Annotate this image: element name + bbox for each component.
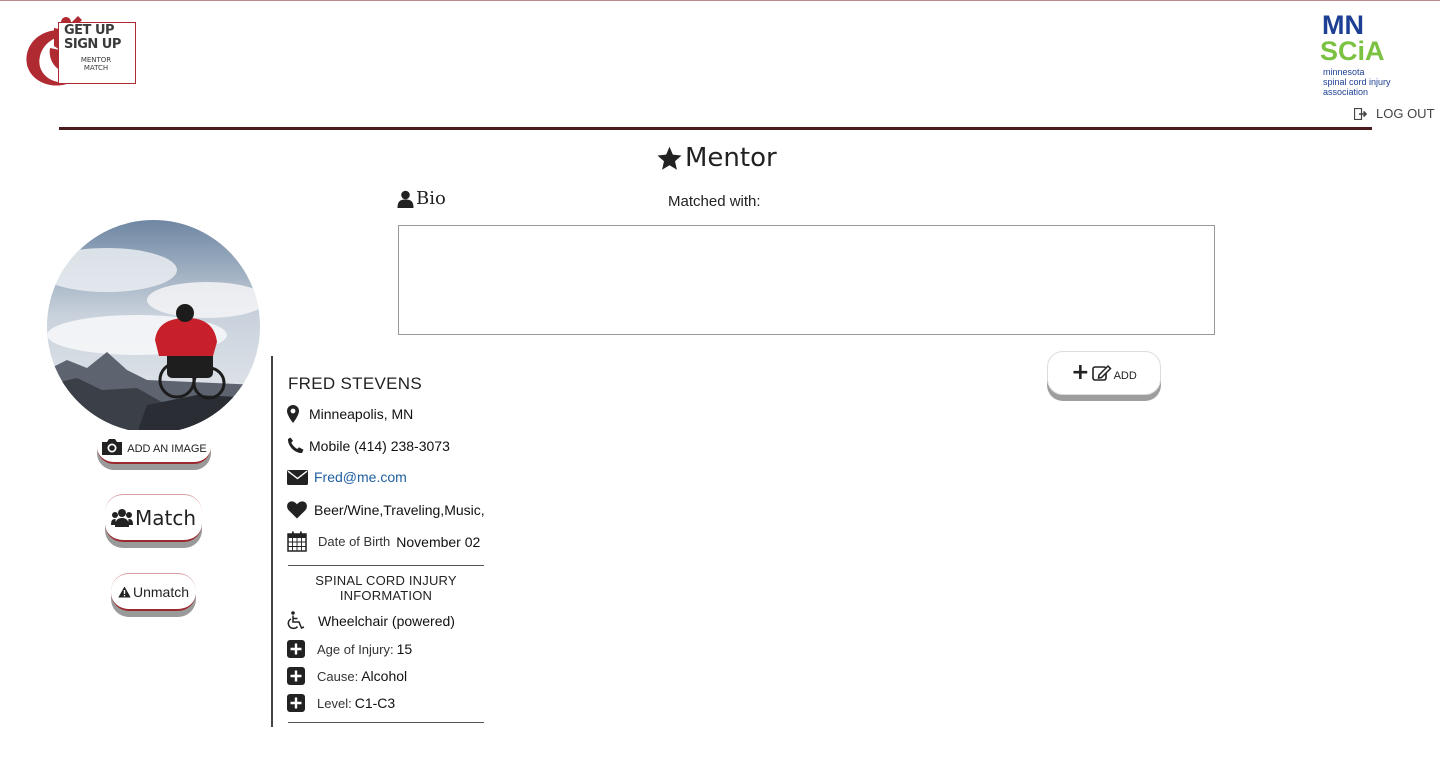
- match-button[interactable]: Match: [105, 494, 202, 542]
- email-link[interactable]: Fred@me.com: [314, 469, 407, 485]
- age-of-injury-label: Age of Injury:: [317, 641, 394, 657]
- calendar-icon: [287, 531, 307, 552]
- add-image-label: ADD AN IMAGE: [127, 443, 207, 455]
- dob-value: November 02: [396, 533, 481, 550]
- email-row: Fred@me.com: [287, 469, 407, 485]
- cause-row: Cause: Alcohol: [287, 667, 407, 685]
- plus-square-icon: [287, 694, 305, 712]
- location-text: Minneapolis, MN: [309, 406, 414, 422]
- bio-textarea[interactable]: [398, 225, 1215, 335]
- edit-icon: [1091, 364, 1112, 381]
- envelope-icon: [287, 469, 308, 485]
- logout-link[interactable]: LOG OUT: [1354, 106, 1435, 121]
- logo-association-name: minnesota spinal cord injury association: [1323, 67, 1391, 97]
- star-icon: [657, 146, 682, 170]
- camera-icon: [102, 438, 123, 455]
- mobility-row: Wheelchair (powered): [287, 611, 455, 631]
- profile-photo: [47, 220, 260, 433]
- role-heading-label: Mentor: [685, 143, 777, 173]
- mobility-text: Wheelchair (powered): [318, 613, 455, 629]
- add-button-label: ADD: [1113, 370, 1137, 382]
- injury-section-title: SPINAL CORD INJURY INFORMATION: [315, 573, 457, 603]
- avatar: [47, 220, 260, 433]
- section-divider-top: [288, 565, 484, 566]
- interests-row: Beer/Wine,Traveling,Music,: [287, 501, 485, 519]
- plus-square-icon: [287, 667, 305, 685]
- logout-label: LOG OUT: [1376, 106, 1435, 121]
- wheelchair-icon: [287, 611, 305, 630]
- age-of-injury-value: 15: [396, 641, 413, 657]
- cause-label: Cause:: [317, 668, 359, 684]
- dob-label: Date of Birth: [318, 534, 391, 549]
- unmatch-label: Unmatch: [132, 583, 190, 600]
- heart-icon: [287, 501, 307, 519]
- plus-icon: +: [1071, 360, 1090, 385]
- section-divider-bottom: [288, 722, 484, 723]
- users-icon: [110, 508, 133, 527]
- matched-with-label: Matched with:: [668, 193, 761, 210]
- dob-row: Date of Birth November 02: [287, 531, 480, 552]
- location-row: Minneapolis, MN: [287, 405, 413, 423]
- bio-heading-label: Bio: [416, 188, 446, 209]
- logo-title: GET UP SIGN UP: [64, 23, 121, 52]
- header-divider: [59, 127, 1372, 130]
- bio-heading: Bio: [397, 188, 446, 209]
- profile-name: FRED STEVENS: [288, 374, 422, 393]
- level-label: Level:: [317, 695, 352, 711]
- cause-value: Alcohol: [361, 668, 408, 684]
- logo-scia: SCiA: [1320, 36, 1385, 66]
- map-marker-icon: [287, 405, 299, 423]
- level-row: Level: C1-C3: [287, 694, 395, 712]
- logo-mn: MN: [1322, 10, 1364, 40]
- warning-icon: [118, 586, 131, 597]
- interests-text: Beer/Wine,Traveling,Music,: [314, 502, 485, 518]
- top-border: [0, 0, 1440, 1]
- phone-text: Mobile (414) 238-3073: [309, 437, 450, 454]
- phone-icon: [287, 437, 304, 454]
- unmatch-button[interactable]: Unmatch: [111, 573, 196, 611]
- match-label: Match: [134, 505, 197, 530]
- sign-out-icon: [1354, 107, 1368, 120]
- plus-square-icon: [287, 640, 305, 658]
- age-of-injury-row: Age of Injury: 15: [287, 640, 412, 658]
- phone-row: Mobile (414) 238-3073: [287, 437, 450, 454]
- logo-subtitle: MENTOR MATCH: [80, 56, 112, 72]
- profile-vertical-divider: [271, 356, 273, 727]
- role-heading: Mentor: [656, 143, 777, 173]
- add-bio-button[interactable]: + ADD: [1047, 351, 1161, 395]
- add-image-button[interactable]: ADD AN IMAGE: [97, 430, 211, 464]
- user-icon: [397, 190, 414, 208]
- mn-scia-logo[interactable]: MN SCiA minnesota spinal cord injury ass…: [1318, 12, 1428, 102]
- level-value: C1-C3: [354, 695, 396, 711]
